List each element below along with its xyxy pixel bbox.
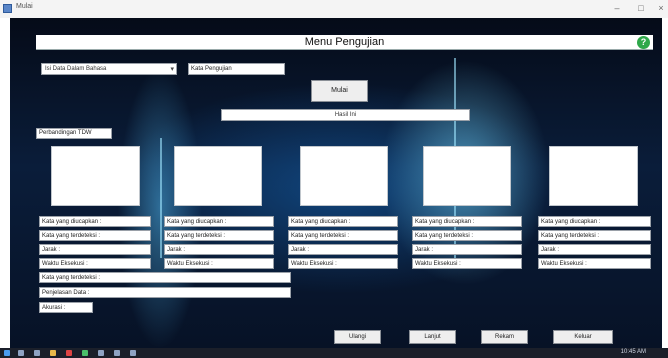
waveform-chart-1 — [51, 146, 140, 206]
repeat-button[interactable]: Ulangi — [334, 330, 381, 344]
accuracy-field: Akurasi : — [39, 302, 93, 313]
app-icon-taskbar[interactable] — [66, 350, 72, 356]
detected-word-field-3: Kata yang terdeteksi : — [288, 230, 398, 241]
detected-word-field-5: Kata yang terdeteksi : — [538, 230, 651, 241]
app-icon — [3, 4, 12, 13]
spoken-word-field-5: Kata yang diucapkan : — [538, 216, 651, 227]
spoken-word-field-4: Kata yang diucapkan : — [412, 216, 522, 227]
taskbar: 10:45 AM — [0, 348, 668, 358]
exec-time-field-4: Waktu Eksekusi : — [412, 258, 522, 269]
explanation-field: Penjelasan Data : — [39, 287, 291, 298]
spoken-word-field-3: Kata yang diucapkan : — [288, 216, 398, 227]
start-icon[interactable] — [4, 350, 10, 356]
app-icon-taskbar[interactable] — [82, 350, 88, 356]
menu-header: Menu Pengujian ? — [36, 35, 653, 50]
app-icon-taskbar[interactable] — [98, 350, 104, 356]
window-title: Mulai — [16, 3, 33, 10]
exit-button[interactable]: Keluar — [553, 330, 613, 344]
waveform-chart-4 — [423, 146, 511, 206]
distance-field-3: Jarak : — [288, 244, 398, 255]
minimize-icon[interactable]: – — [606, 2, 628, 15]
window-titlebar: Mulai – □ × — [0, 0, 668, 18]
folder-icon[interactable] — [50, 350, 56, 356]
detected-summary-field: Kata yang terdeteksi : — [39, 272, 291, 283]
detected-word-field-1: Kata yang terdeteksi : — [39, 230, 151, 241]
exec-time-field-5: Waktu Eksekusi : — [538, 258, 651, 269]
language-select[interactable]: Isi Data Dalam Bahasa ▾ — [41, 63, 177, 75]
help-icon[interactable]: ? — [637, 36, 650, 49]
chevron-down-icon: ▾ — [170, 66, 174, 73]
compare-label: Perbandingan TDW — [36, 128, 112, 139]
search-icon[interactable] — [18, 350, 24, 356]
close-icon[interactable]: × — [650, 2, 668, 15]
app-icon-taskbar[interactable] — [130, 350, 136, 356]
exec-time-field-2: Waktu Eksekusi : — [164, 258, 274, 269]
app-icon-taskbar[interactable] — [114, 350, 120, 356]
waveform-chart-3 — [300, 146, 388, 206]
distance-field-4: Jarak : — [412, 244, 522, 255]
distance-field-2: Jarak : — [164, 244, 274, 255]
page-title: Menu Pengujian — [304, 36, 385, 48]
detected-word-field-2: Kata yang terdeteksi : — [164, 230, 274, 241]
next-button[interactable]: Lanjut — [409, 330, 456, 344]
waveform-chart-2 — [174, 146, 262, 206]
detected-word-field-4: Kata yang terdeteksi : — [412, 230, 522, 241]
exec-time-field-1: Waktu Eksekusi : — [39, 258, 151, 269]
taskview-icon[interactable] — [34, 350, 40, 356]
exec-time-field-3: Waktu Eksekusi : — [288, 258, 398, 269]
record-button[interactable]: Rekam — [481, 330, 528, 344]
distance-field-1: Jarak : — [39, 244, 151, 255]
spoken-word-field-1: Kata yang diucapkan : — [39, 216, 151, 227]
word-input[interactable]: Kata Pengujian — [188, 63, 285, 75]
waveform-chart-5 — [549, 146, 638, 206]
select-value: Isi Data Dalam Bahasa — [45, 66, 107, 72]
maximize-icon[interactable]: □ — [630, 2, 652, 15]
start-button[interactable]: Mulai — [311, 80, 368, 102]
distance-field-5: Jarak : — [538, 244, 651, 255]
light-streak — [160, 138, 162, 258]
spoken-word-field-2: Kata yang diucapkan : — [164, 216, 274, 227]
taskbar-clock: 10:45 AM — [620, 349, 646, 355]
status-display: Hasil Ini — [221, 109, 470, 121]
